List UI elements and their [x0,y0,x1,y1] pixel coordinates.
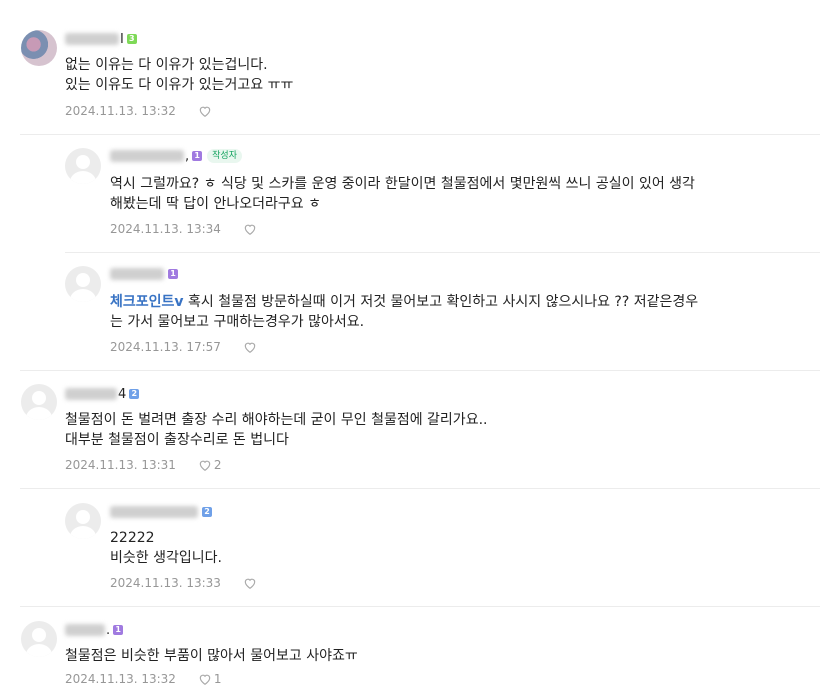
heart-icon[interactable] [198,672,212,686]
divider [20,488,820,489]
default-avatar-icon[interactable] [65,266,101,302]
comment-date: 2024.11.13. 13:34 [110,222,221,236]
heart-icon[interactable] [243,576,257,590]
blurred-nickname [65,33,119,45]
comment-date: 2024.11.13. 17:57 [110,340,221,354]
comment-text: 역시 그럴까요? ㅎ 식당 및 스카를 운영 중이라 한달이면 철물점에서 몇만… [110,176,695,212]
comment-author[interactable]: . 1 [65,622,124,638]
mention-link[interactable]: 체크포인트v [110,294,184,310]
level-badge: 2 [129,389,140,399]
comment-text: 철물점이 돈 벌려면 출장 수리 해야하는데 굳이 무인 철물점에 갈리가요..… [65,412,488,448]
comment-date: 2024.11.13. 13:32 [65,672,176,686]
level-badge: 3 [126,34,137,44]
blurred-nickname [65,624,105,636]
default-avatar-icon[interactable] [21,384,57,420]
nickname-tail: 4 [118,386,127,402]
heart-icon[interactable] [243,340,257,354]
comment-date: 2024.11.13. 13:33 [110,576,221,590]
like-count: 2 [213,458,222,472]
comment-meta: 2024.11.13. 17:57 [110,339,257,355]
heart-icon[interactable] [198,104,212,118]
comment-meta: 2024.11.13. 13:34 [110,221,257,237]
comment-meta: 2024.11.13. 13:31 2 [65,457,222,473]
comment-author[interactable]: , 1 작성자 [110,148,242,164]
comment-author[interactable]: 4 2 [65,386,140,402]
level-badge: 1 [192,151,203,161]
comment-meta: 2024.11.13. 13:33 [110,575,257,591]
default-avatar-icon[interactable] [65,503,101,539]
blurred-nickname [110,506,198,518]
default-avatar-icon[interactable] [65,148,101,184]
comment-meta: 2024.11.13. 13:32 [65,103,212,119]
divider [20,370,820,371]
comment-text: 없는 이유는 다 이유가 있는겁니다. 있는 이유도 다 이유가 있는거고요 ㅠ… [65,57,294,93]
comment-date: 2024.11.13. 13:31 [65,458,176,472]
comment-text: 22222 비슷한 생각입니다. [110,530,222,566]
nickname-tail: I [120,31,124,47]
comment-text: 체크포인트v 혹시 철물점 방문하실때 이거 저것 물어보고 확인하고 사시지 … [110,292,698,332]
level-badge: 2 [202,507,212,517]
divider [20,606,820,607]
nickname-tail: , [185,148,190,164]
user-avatar[interactable] [21,30,57,66]
comment-author[interactable]: I 3 [65,31,137,47]
comment-date: 2024.11.13. 13:32 [65,104,176,118]
divider [20,134,820,135]
heart-icon[interactable] [243,222,257,236]
level-badge: 1 [113,625,124,635]
blurred-nickname [65,388,117,400]
heart-icon[interactable] [198,458,212,472]
blurred-nickname [110,150,184,162]
comment-author[interactable]: 2 [110,504,212,520]
divider [65,252,820,253]
default-avatar-icon[interactable] [21,621,57,657]
level-badge: 1 [168,269,178,279]
blurred-nickname [110,268,164,280]
writer-badge: 작성자 [207,149,242,163]
comment-author[interactable]: 1 [110,266,178,282]
like-count: 1 [213,672,222,686]
comment-meta: 2024.11.13. 13:32 1 [65,671,222,687]
comment-text: 철물점은 비슷한 부품이 많아서 물어보고 사야죠ㅠ [65,648,358,664]
comment-body: 혹시 철물점 방문하실때 이거 저것 물어보고 확인하고 사시지 않으시나요 ?… [110,294,699,330]
nickname-tail: . [106,622,111,638]
